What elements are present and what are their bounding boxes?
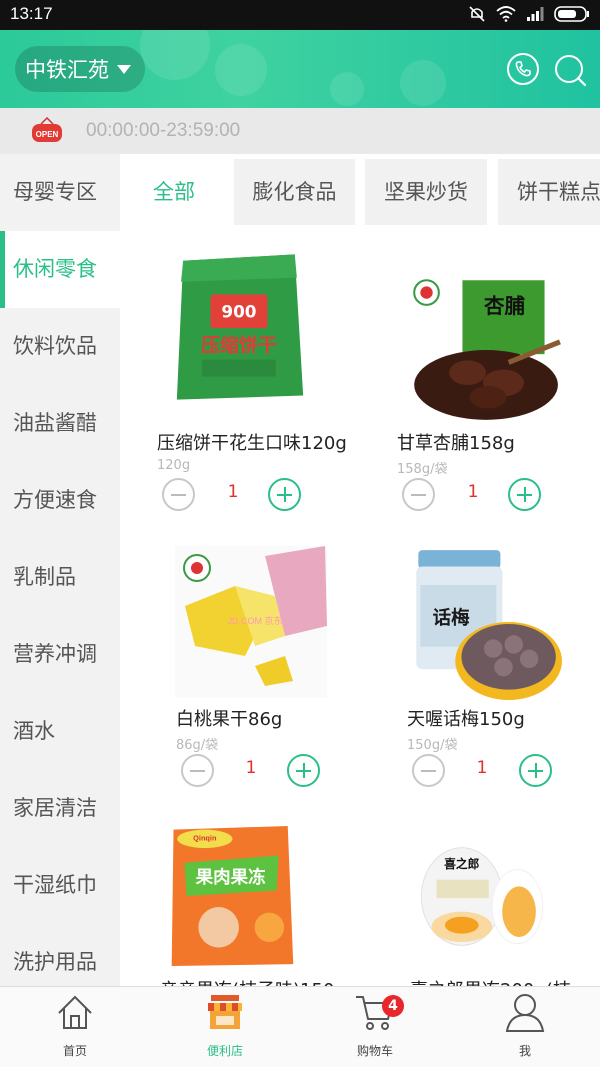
nav-home[interactable]: 首页	[0, 987, 150, 1067]
nav-cart[interactable]: 4 购物车	[300, 987, 450, 1067]
sidebar-item-instant-food[interactable]: 方便速食	[0, 462, 120, 539]
store-icon	[208, 995, 242, 1029]
product-spec: 120g	[157, 458, 191, 473]
nav-label: 便利店	[206, 1044, 243, 1058]
battery-icon	[554, 6, 589, 22]
status-time: 13:17	[10, 4, 53, 23]
quantity-value: 1	[467, 482, 479, 502]
quantity-value: 1	[227, 482, 239, 502]
quantity-value: 1	[245, 758, 257, 778]
product-card[interactable]: 喜之郎 喜之郎果冻200g(桔	[360, 782, 600, 986]
chevron-down-icon	[117, 64, 131, 74]
business-hours-bar: OPEN 00:00:00-23:59:00	[0, 108, 600, 154]
product-spec: 86g/袋	[176, 738, 219, 753]
search-button[interactable]	[552, 52, 588, 88]
cart-badge: 4	[382, 995, 404, 1017]
package-label: 果肉果冻	[195, 867, 266, 888]
product-image: 900 压缩饼干	[176, 254, 304, 400]
category-sidebar: 母婴专区 休闲零食 饮料饮品 油盐酱醋 方便速食 乳制品 营养冲调 酒水 家居清…	[0, 154, 120, 986]
product-grid: 900 压缩饼干 压缩饼干花生口味120g 120g 1 杏脯 甘草杏脯158g…	[120, 230, 600, 986]
nav-store[interactable]: 便利店	[150, 987, 300, 1067]
product-name: 亲亲果冻(桔子味)150g	[160, 976, 346, 986]
subcategory-tabs: 全部 膨化食品 坚果炒货 饼干糕点	[120, 154, 600, 230]
open-sign-icon: OPEN	[32, 117, 62, 142]
sidebar-item-dairy[interactable]: 乳制品	[0, 539, 120, 616]
package-label: 杏脯	[483, 294, 526, 318]
product-spec: 150g/袋	[407, 738, 458, 753]
product-image: 果肉果冻 Qinqin	[171, 826, 294, 966]
sidebar-item-baby[interactable]: 母婴专区	[0, 154, 120, 231]
product-name: 甘草杏脯158g	[397, 433, 515, 454]
product-card[interactable]: 果肉果冻 Qinqin 亲亲果冻(桔子味)150g	[120, 782, 360, 986]
nav-label: 我	[518, 1044, 531, 1058]
product-card[interactable]: 话梅 天喔话梅150g 150g/袋 1	[360, 506, 600, 787]
wifi-icon	[496, 6, 516, 22]
tab-nuts[interactable]: 坚果炒货	[365, 159, 487, 225]
product-card[interactable]: 900 压缩饼干 压缩饼干花生口味120g 120g 1	[120, 230, 360, 511]
product-name: 天喔话梅150g	[407, 709, 525, 730]
product-card[interactable]: JD.COM 京东 白桃果干86g 86g/袋 1	[120, 506, 360, 787]
search-icon	[555, 55, 587, 87]
product-name: 压缩饼干花生口味120g	[157, 433, 347, 454]
sidebar-item-nutrition[interactable]: 营养冲调	[0, 616, 120, 693]
header-decoration	[330, 72, 364, 106]
sidebar-item-drinks[interactable]: 饮料饮品	[0, 308, 120, 385]
product-card[interactable]: 杏脯 甘草杏脯158g 158g/袋 1	[360, 230, 600, 511]
product-image: 杏脯	[413, 279, 561, 420]
package-label: 话梅	[433, 607, 470, 629]
sidebar-item-toiletries[interactable]: 洗护用品	[0, 924, 120, 986]
tab-all[interactable]: 全部	[120, 159, 228, 225]
sidebar-item-snacks[interactable]: 休闲零食	[0, 231, 120, 308]
bottom-navigation: 首页 便利店 4 购物车 我	[0, 986, 600, 1067]
header-decoration	[400, 60, 446, 106]
product-image: 话梅	[416, 550, 562, 700]
store-selector[interactable]: 中铁汇苑	[15, 46, 145, 92]
status-icons	[468, 5, 590, 23]
tab-biscuits[interactable]: 饼干糕点	[498, 159, 600, 225]
package-brand: Qinqin	[193, 834, 217, 843]
package-label: 喜之郎	[444, 857, 480, 871]
product-spec: 158g/袋	[397, 462, 448, 477]
phone-icon	[515, 61, 531, 77]
product-name: 白桃果干86g	[176, 709, 283, 730]
status-bar: 13:17	[0, 0, 600, 30]
signal-icon	[527, 7, 544, 21]
home-icon	[58, 995, 92, 1029]
product-image: JD.COM 京东	[175, 546, 327, 698]
user-icon	[505, 994, 545, 1032]
header-decoration	[140, 30, 210, 80]
quantity-value: 1	[476, 758, 488, 778]
tab-puffed-food[interactable]: 膨化食品	[234, 159, 355, 225]
package-label: 压缩饼干	[201, 333, 277, 356]
sidebar-item-liquor[interactable]: 酒水	[0, 693, 120, 770]
nav-me[interactable]: 我	[450, 987, 600, 1067]
sidebar-item-tissues[interactable]: 干湿纸巾	[0, 847, 120, 924]
nav-label: 首页	[62, 1044, 87, 1058]
store-name: 中铁汇苑	[25, 58, 109, 82]
phone-button[interactable]	[507, 53, 539, 85]
business-hours-text: 00:00:00-23:59:00	[86, 120, 241, 141]
mute-icon	[469, 6, 485, 22]
app-header: 中铁汇苑	[0, 30, 600, 108]
package-brand: 900	[221, 302, 256, 322]
sidebar-item-cleaning[interactable]: 家居清洁	[0, 770, 120, 847]
header-decoration	[215, 44, 267, 96]
open-sign-text: OPEN	[36, 130, 59, 139]
product-image: 喜之郎	[420, 847, 544, 946]
product-name: 喜之郎果冻200g(桔	[410, 976, 571, 986]
sidebar-item-condiments[interactable]: 油盐酱醋	[0, 385, 120, 462]
nav-label: 购物车	[356, 1044, 393, 1058]
watermark: JD.COM 京东	[228, 615, 283, 626]
